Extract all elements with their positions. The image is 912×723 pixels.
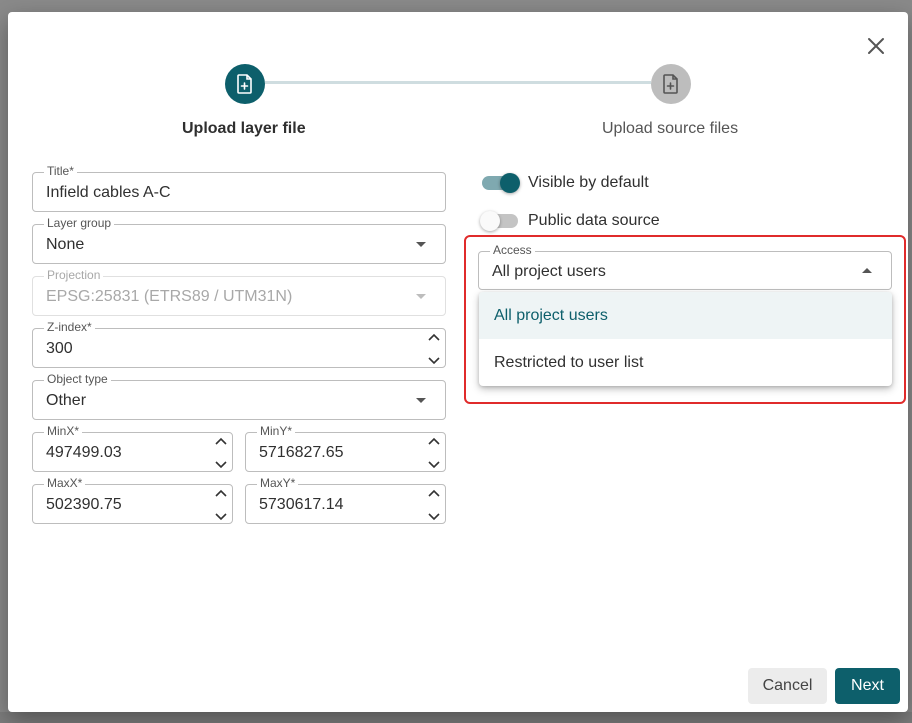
visible-by-default-label: Visible by default [528,174,649,191]
access-label: Access [490,243,535,257]
close-icon[interactable] [864,34,888,58]
max-x-field[interactable]: MaxX* 502390.75 [32,476,233,524]
chevron-down-icon [416,242,426,247]
min-y-label: MinY* [257,424,296,438]
chevron-up-icon [428,437,440,445]
z-index-value: 300 [46,340,73,357]
cancel-button[interactable]: Cancel [748,668,827,704]
title-field[interactable]: Title* Infield cables A-C [32,164,446,212]
step-1-file-plus-icon [225,64,265,104]
visible-by-default-toggle[interactable] [482,173,520,193]
layer-group-label: Layer group [44,216,115,230]
public-data-source-toggle[interactable] [480,211,518,231]
chevron-down-icon [416,398,426,403]
chevron-up-icon [215,489,227,497]
max-x-label: MaxX* [44,476,86,490]
max-y-stepper[interactable] [427,489,441,521]
chevron-down-icon [428,461,440,469]
access-value: All project users [492,263,606,280]
step-2-file-plus-icon [651,64,691,104]
min-y-field[interactable]: MinY* 5716827.65 [245,424,446,472]
chevron-down-icon [215,513,227,521]
chevron-down-icon [428,357,440,365]
z-index-field[interactable]: Z-index* 300 [32,320,446,368]
title-field-label: Title* [44,164,77,178]
toggle-knob [480,211,500,231]
chevron-down-icon [416,294,426,299]
object-type-value: Other [46,392,87,409]
chevron-up-icon [862,268,872,273]
min-x-stepper[interactable] [214,437,228,469]
step-1-label: Upload layer file [182,120,306,137]
access-select[interactable]: Access All project users [478,243,892,290]
projection-value: EPSG:25831 (ETRS89 / UTM31N) [46,288,293,305]
max-y-label: MaxY* [257,476,299,490]
z-index-stepper[interactable] [427,333,441,365]
min-y-value: 5716827.65 [259,444,344,461]
min-x-value: 497499.03 [46,444,122,461]
chevron-up-icon [428,489,440,497]
toggle-knob [500,173,520,193]
chevron-up-icon [428,333,440,341]
backdrop [0,712,912,723]
max-x-value: 502390.75 [46,496,122,513]
access-option-restricted[interactable]: Restricted to user list [479,339,892,386]
max-y-field[interactable]: MaxY* 5730617.14 [245,476,446,524]
min-y-stepper[interactable] [427,437,441,469]
stepper-connector [265,81,651,84]
projection-label: Projection [44,268,104,282]
chevron-down-icon [215,461,227,469]
public-data-source-label: Public data source [528,212,660,229]
projection-select: Projection EPSG:25831 (ETRS89 / UTM31N) [32,268,446,316]
max-y-value: 5730617.14 [259,496,344,513]
title-field-value: Infield cables A-C [46,184,171,201]
min-x-field[interactable]: MinX* 497499.03 [32,424,233,472]
z-index-label: Z-index* [44,320,95,334]
min-x-label: MinX* [44,424,83,438]
upload-layer-dialog: Upload layer file Upload source files Ti… [8,12,908,712]
next-button[interactable]: Next [835,668,900,704]
layer-group-select[interactable]: Layer group None [32,216,446,264]
access-dropdown-menu: All project users Restricted to user lis… [479,292,892,386]
object-type-label: Object type [44,372,111,386]
step-2-label: Upload source files [602,120,739,137]
access-option-all-project-users[interactable]: All project users [479,292,892,339]
object-type-select[interactable]: Object type Other [32,372,446,420]
layer-group-value: None [46,236,85,253]
max-x-stepper[interactable] [214,489,228,521]
chevron-up-icon [215,437,227,445]
chevron-down-icon [428,513,440,521]
